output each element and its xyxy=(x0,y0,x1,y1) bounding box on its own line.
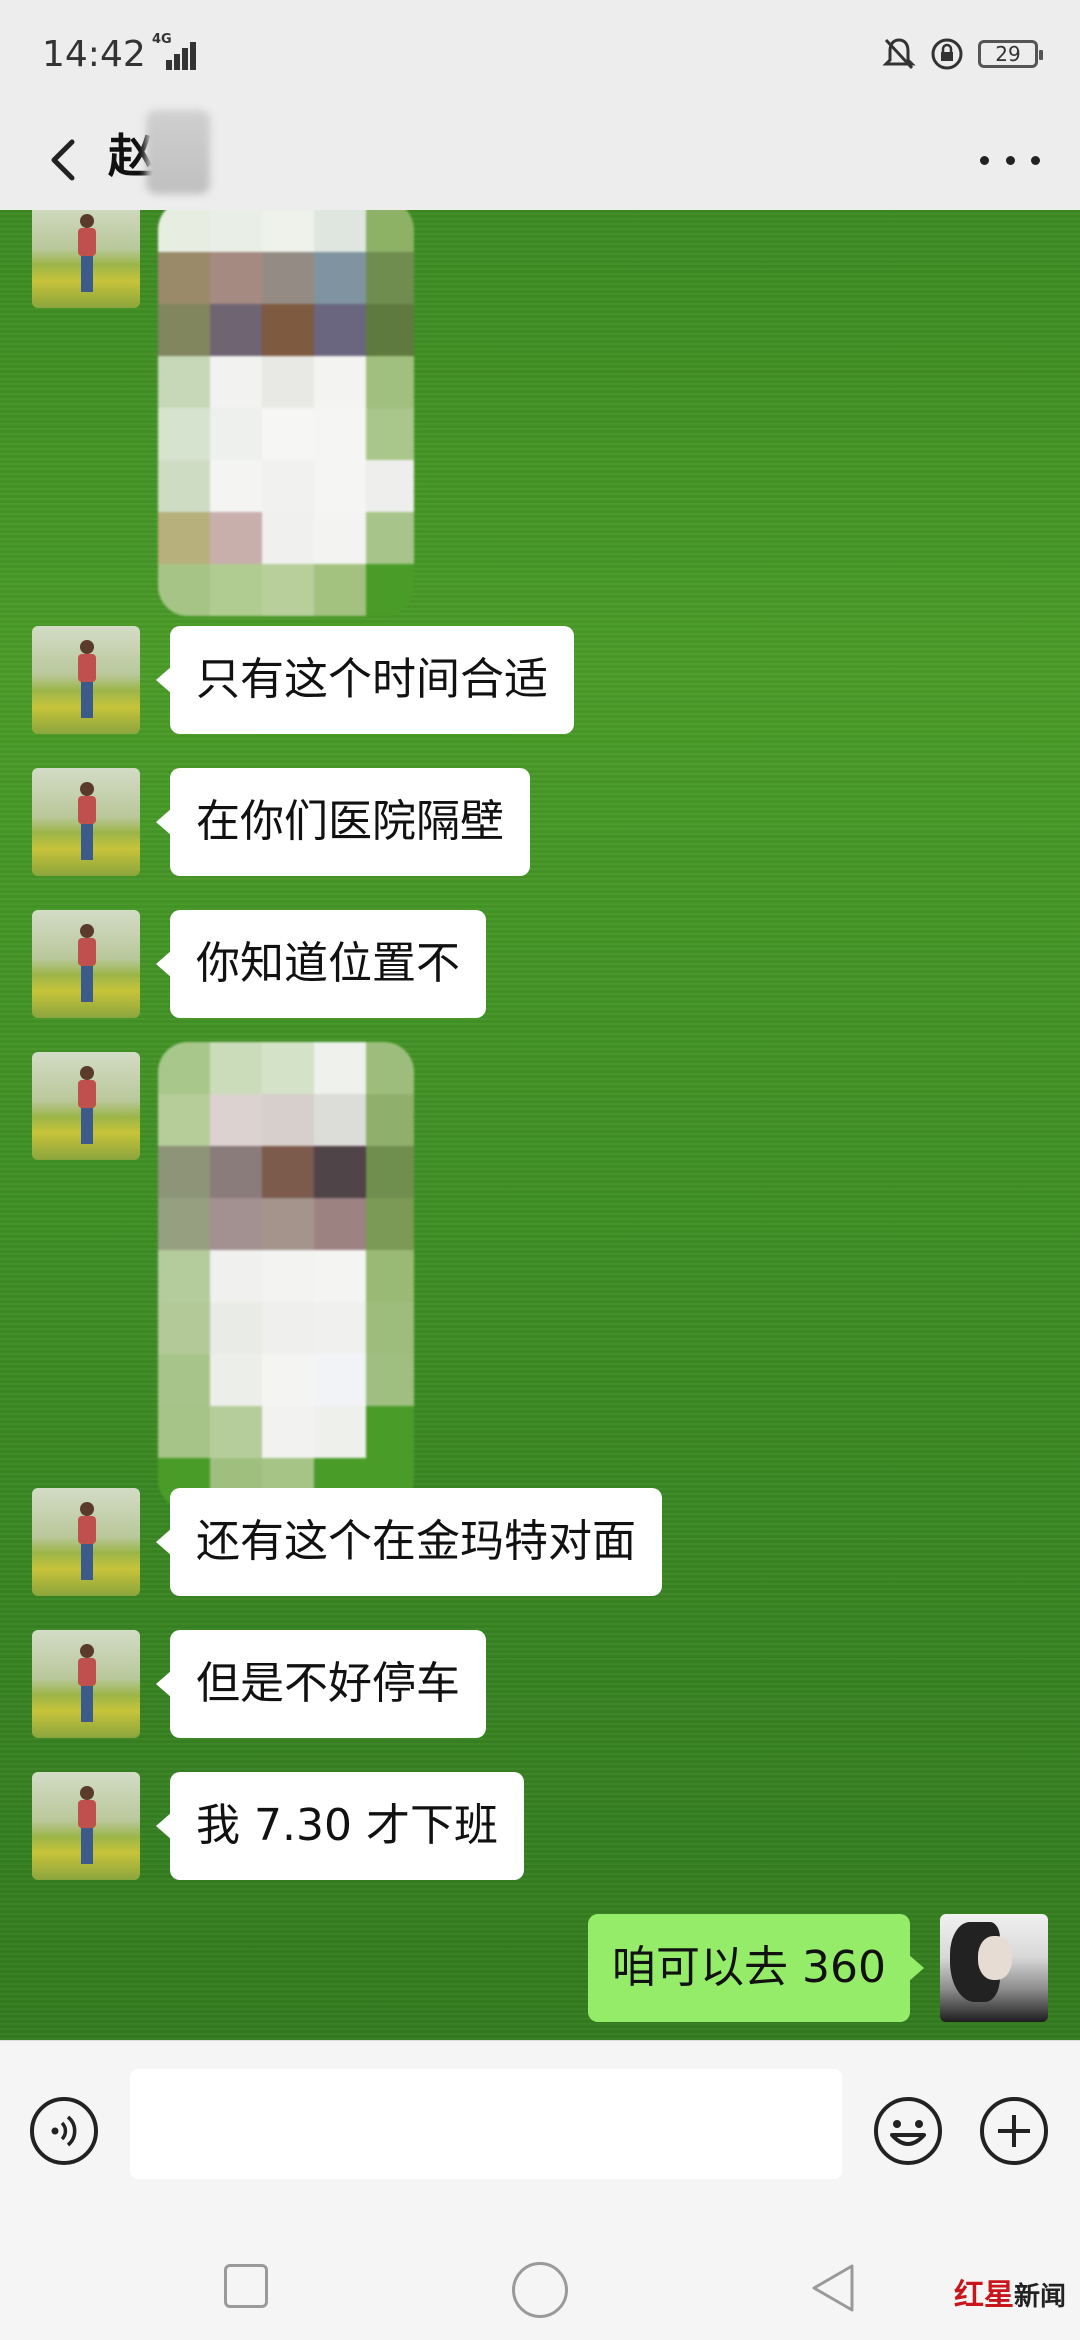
message-bubble[interactable]: 我 7.30 才下班 xyxy=(156,1772,524,1880)
message-bubble[interactable]: 你知道位置不 xyxy=(156,910,486,1018)
message-input[interactable] xyxy=(130,2069,842,2179)
back-icon[interactable] xyxy=(36,128,96,192)
message-bubble[interactable]: 只有这个时间合适 xyxy=(156,626,574,734)
watermark-black-text: 新闻 xyxy=(1013,2282,1066,2312)
contact-avatar[interactable] xyxy=(32,1630,140,1738)
chat-header: 赵 xyxy=(0,110,1080,210)
battery-icon: 29 xyxy=(978,40,1043,68)
name-redaction xyxy=(146,110,210,194)
battery-level: 29 xyxy=(995,42,1021,66)
message-bubble[interactable]: 还有这个在金玛特对面 xyxy=(156,1488,662,1596)
image-message[interactable] xyxy=(158,210,414,616)
my-avatar[interactable] xyxy=(940,1914,1048,2022)
more-icon[interactable] xyxy=(980,140,1040,180)
status-time: 14:42 xyxy=(42,34,146,75)
message-bubble[interactable]: 但是不好停车 xyxy=(156,1630,486,1738)
message-bubble[interactable]: 在你们医院隔壁 xyxy=(156,768,530,876)
status-bar: 14:42 4G 29 xyxy=(0,0,1080,110)
contact-avatar[interactable] xyxy=(32,1488,140,1596)
system-nav-bar: 红星 新闻 xyxy=(0,2240,1080,2340)
mute-bell-icon xyxy=(882,38,916,70)
status-right: 29 xyxy=(882,36,1043,72)
contact-avatar[interactable] xyxy=(32,1052,140,1160)
watermark-logo: 红星 新闻 xyxy=(954,2270,1066,2314)
nav-recent-icon[interactable] xyxy=(224,2264,268,2308)
nav-back-icon[interactable] xyxy=(808,2260,858,2316)
nav-home-icon[interactable] xyxy=(512,2262,568,2318)
contact-avatar[interactable] xyxy=(32,210,140,308)
sent-message-bubble[interactable]: 咱可以去 360 xyxy=(588,1914,924,2022)
emoji-icon[interactable] xyxy=(872,2095,944,2167)
network-type: 4G xyxy=(152,32,172,47)
rotation-lock-icon xyxy=(931,38,963,70)
chat-area[interactable]: 只有这个时间合适 在你们医院隔壁 你知道位置不 还有这个在金玛特对面 但是不好停… xyxy=(0,210,1080,2040)
voice-icon[interactable] xyxy=(28,2095,100,2167)
plus-icon[interactable] xyxy=(978,2095,1050,2167)
contact-avatar[interactable] xyxy=(32,1772,140,1880)
contact-avatar[interactable] xyxy=(32,768,140,876)
input-bar xyxy=(0,2040,1080,2240)
watermark-red-text: 红星 xyxy=(953,2278,1014,2313)
image-message[interactable] xyxy=(158,1042,414,1510)
contact-avatar[interactable] xyxy=(32,910,140,1018)
contact-avatar[interactable] xyxy=(32,626,140,734)
signal-icon: 4G xyxy=(152,32,198,70)
